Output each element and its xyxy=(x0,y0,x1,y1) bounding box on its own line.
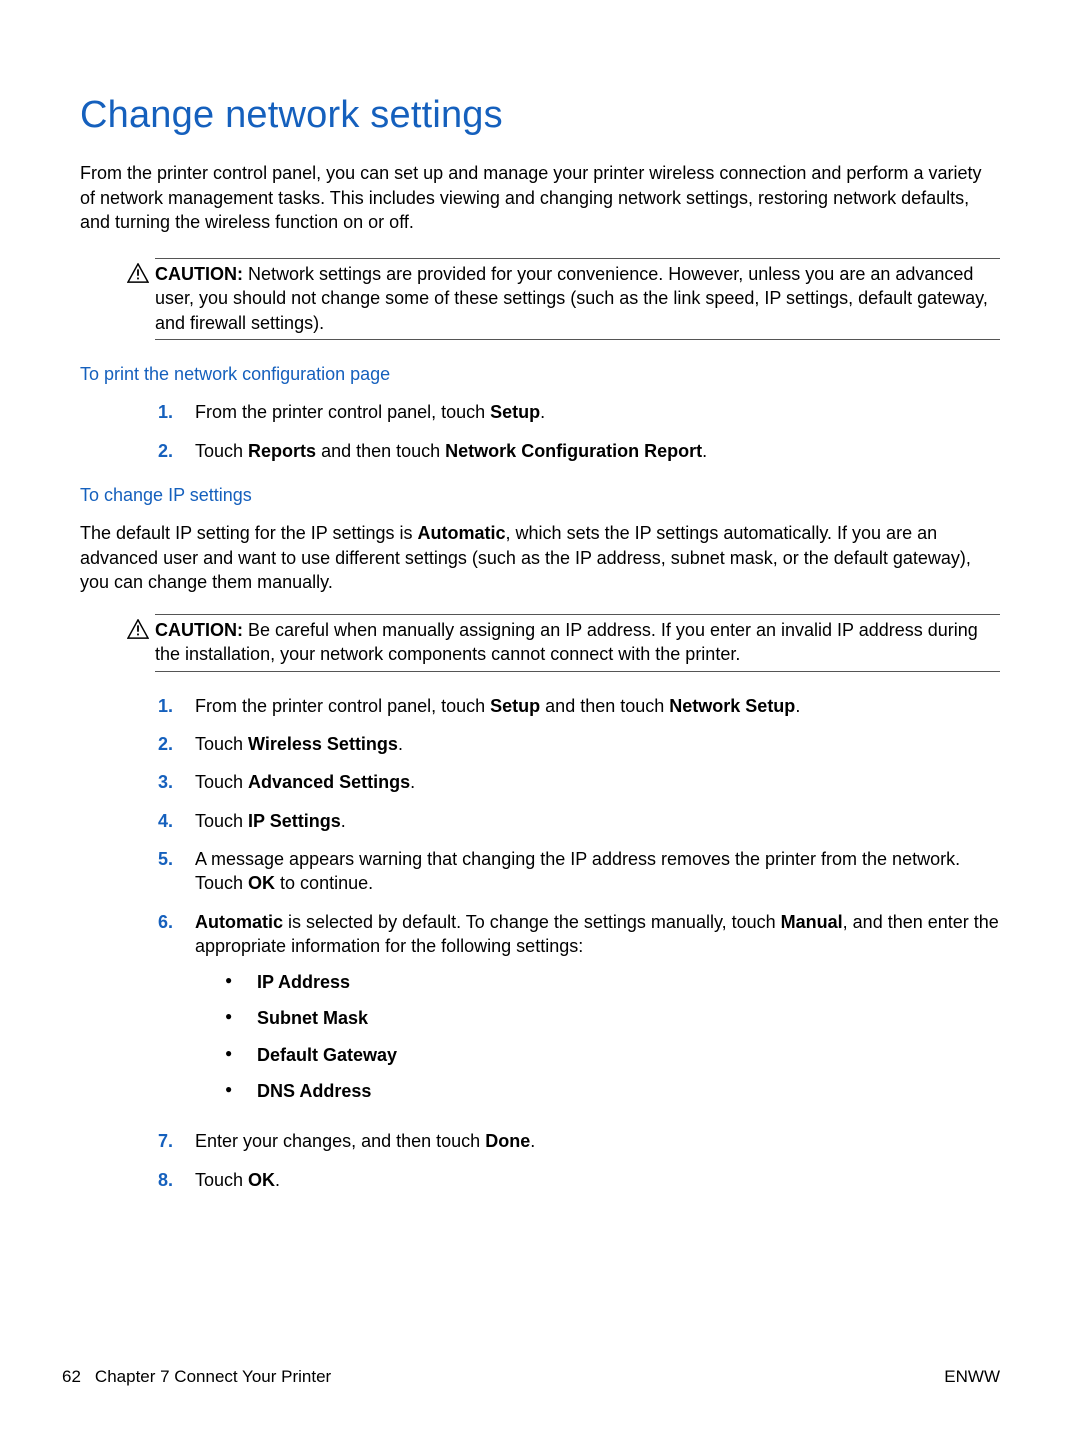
step-body: Touch Advanced Settings. xyxy=(195,770,1000,794)
list-item: 4. Touch IP Settings. xyxy=(155,809,1000,833)
step-body: Automatic is selected by default. To cha… xyxy=(195,910,1000,1116)
step-number: 1. xyxy=(155,694,173,718)
step-number: 2. xyxy=(155,732,173,756)
step-number: 3. xyxy=(155,770,173,794)
step-body: Enter your changes, and then touch Done. xyxy=(195,1129,1000,1153)
caution-body: CAUTION: Be careful when manually assign… xyxy=(155,618,1000,667)
list-item: 8. Touch OK. xyxy=(155,1168,1000,1192)
chapter-label: Chapter 7 Connect Your Printer xyxy=(95,1366,331,1389)
step-number: 5. xyxy=(155,847,173,871)
section-intro: The default IP setting for the IP settin… xyxy=(80,521,1000,594)
list-item: 2. Touch Reports and then touch Network … xyxy=(155,439,1000,463)
list-item: 2. Touch Wireless Settings. xyxy=(155,732,1000,756)
page-number: 62 xyxy=(62,1366,81,1389)
step-number: 7. xyxy=(155,1129,173,1153)
ordered-list: 1. From the printer control panel, touch… xyxy=(155,694,1000,1192)
step-body: Touch Wireless Settings. xyxy=(195,732,1000,756)
bullet-item: Subnet Mask xyxy=(225,1006,1000,1030)
page-title: Change network settings xyxy=(80,90,1000,141)
bullet-list: IP Address Subnet Mask Default Gateway D… xyxy=(225,970,1000,1103)
list-item: 6. Automatic is selected by default. To … xyxy=(155,910,1000,1116)
caution-box: CAUTION: Network settings are provided f… xyxy=(122,252,1000,340)
list-item: 1. From the printer control panel, touch… xyxy=(155,694,1000,718)
list-item: 5. A message appears warning that changi… xyxy=(155,847,1000,896)
step-number: 1. xyxy=(155,400,173,424)
divider xyxy=(155,339,1000,340)
caution-body: CAUTION: Network settings are provided f… xyxy=(155,262,1000,335)
divider xyxy=(155,614,1000,615)
warning-icon xyxy=(127,619,149,639)
document-page: Change network settings From the printer… xyxy=(0,0,1080,1437)
list-item: 7. Enter your changes, and then touch Do… xyxy=(155,1129,1000,1153)
bullet-item: IP Address xyxy=(225,970,1000,994)
divider xyxy=(155,258,1000,259)
section-heading: To change IP settings xyxy=(80,483,1000,507)
caution-text: Network settings are provided for your c… xyxy=(155,264,988,333)
step-number: 6. xyxy=(155,910,173,934)
bullet-item: DNS Address xyxy=(225,1079,1000,1103)
step-body: Touch IP Settings. xyxy=(195,809,1000,833)
footer-right: ENWW xyxy=(944,1366,1000,1389)
step-number: 2. xyxy=(155,439,173,463)
caution-box: CAUTION: Be careful when manually assign… xyxy=(122,608,1000,672)
page-footer: 62 Chapter 7 Connect Your Printer ENWW xyxy=(62,1366,1000,1389)
list-item: 1. From the printer control panel, touch… xyxy=(155,400,1000,424)
caution-text: Be careful when manually assigning an IP… xyxy=(155,620,978,664)
intro-paragraph: From the printer control panel, you can … xyxy=(80,161,1000,234)
warning-icon xyxy=(127,263,149,283)
step-number: 4. xyxy=(155,809,173,833)
ordered-list: 1. From the printer control panel, touch… xyxy=(155,400,1000,463)
step-body: Touch Reports and then touch Network Con… xyxy=(195,439,1000,463)
divider xyxy=(155,671,1000,672)
section-heading: To print the network configuration page xyxy=(80,362,1000,386)
step-body: Touch OK. xyxy=(195,1168,1000,1192)
step-body: A message appears warning that changing … xyxy=(195,847,1000,896)
list-item: 3. Touch Advanced Settings. xyxy=(155,770,1000,794)
caution-label: CAUTION: xyxy=(155,620,243,640)
step-body: From the printer control panel, touch Se… xyxy=(195,694,1000,718)
bullet-item: Default Gateway xyxy=(225,1043,1000,1067)
step-number: 8. xyxy=(155,1168,173,1192)
caution-label: CAUTION: xyxy=(155,264,243,284)
step-body: From the printer control panel, touch Se… xyxy=(195,400,1000,424)
